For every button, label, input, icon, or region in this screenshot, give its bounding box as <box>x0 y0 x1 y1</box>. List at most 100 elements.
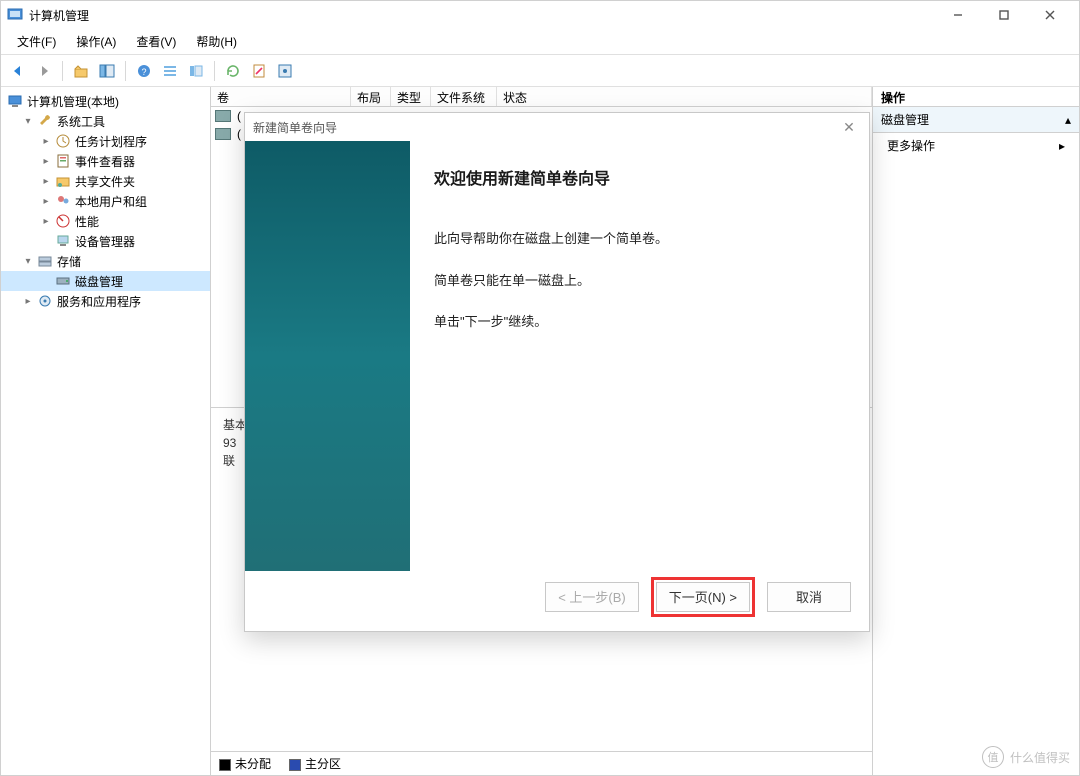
wizard-back-button[interactable]: < 上一步(B) <box>545 582 639 612</box>
legend: 未分配 主分区 <box>211 751 872 775</box>
watermark-badge: 值 <box>982 746 1004 768</box>
properties-button[interactable] <box>248 60 270 82</box>
wizard-close-button[interactable]: ✕ <box>837 115 861 139</box>
actions-pane: 操作 磁盘管理 ▴ 更多操作 ▸ <box>873 87 1079 775</box>
col-status[interactable]: 状态 <box>497 87 872 106</box>
tree-label: 系统工具 <box>57 113 105 130</box>
maximize-button[interactable] <box>981 1 1027 29</box>
storage-icon <box>37 253 53 269</box>
watermark: 值 什么值得买 <box>982 746 1070 768</box>
wizard-paragraph: 此向导帮助你在磁盘上创建一个简单卷。 <box>434 229 845 249</box>
col-filesystem[interactable]: 文件系统 <box>431 87 497 106</box>
performance-icon <box>55 213 71 229</box>
menu-view[interactable]: 查看(V) <box>126 29 186 54</box>
chevron-right-icon: ▸ <box>41 156 51 167</box>
tree-storage[interactable]: ▾ 存储 <box>1 251 210 271</box>
tree-label: 磁盘管理 <box>75 273 123 290</box>
titlebar: 计算机管理 <box>1 1 1079 29</box>
wizard-content: 欢迎使用新建简单卷向导 此向导帮助你在磁盘上创建一个简单卷。 简单卷只能在单一磁… <box>410 141 869 571</box>
forward-button[interactable] <box>33 60 55 82</box>
volume-label: ( <box>237 109 241 123</box>
chevron-up-icon: ▴ <box>1065 113 1071 127</box>
detail-view-button[interactable] <box>185 60 207 82</box>
chevron-right-icon: ▸ <box>41 216 51 227</box>
computer-icon <box>7 93 23 109</box>
chevron-right-icon: ▸ <box>1059 139 1065 153</box>
tree-label: 共享文件夹 <box>75 173 135 190</box>
legend-swatch-unallocated <box>219 759 231 771</box>
menu-help[interactable]: 帮助(H) <box>186 29 247 54</box>
wrench-icon <box>37 113 53 129</box>
wizard-footer: < 上一步(B) 下一页(N) > 取消 <box>245 571 869 631</box>
refresh-button[interactable] <box>222 60 244 82</box>
chevron-down-icon: ▾ <box>23 256 33 267</box>
legend-label: 未分配 <box>235 757 271 771</box>
wizard-next-button[interactable]: 下一页(N) > <box>656 582 750 612</box>
menu-file[interactable]: 文件(F) <box>7 29 66 54</box>
minimize-button[interactable] <box>935 1 981 29</box>
tree-shared-folders[interactable]: ▸ 共享文件夹 <box>1 171 210 191</box>
volume-icon <box>215 110 231 122</box>
tree-label: 存储 <box>57 253 81 270</box>
chevron-right-icon: ▸ <box>23 296 33 307</box>
menu-action[interactable]: 操作(A) <box>66 29 126 54</box>
users-icon <box>55 193 71 209</box>
back-button[interactable] <box>7 60 29 82</box>
log-icon <box>55 153 71 169</box>
wizard-banner <box>245 141 410 571</box>
tree-local-users[interactable]: ▸ 本地用户和组 <box>1 191 210 211</box>
folder-share-icon <box>55 173 71 189</box>
tree-label: 任务计划程序 <box>75 133 147 150</box>
actions-sub-label: 磁盘管理 <box>881 111 929 128</box>
tree-label: 事件查看器 <box>75 153 135 170</box>
navigation-tree: 计算机管理(本地) ▾ 系统工具 ▸ 任务计划程序 ▸ 事件查看器 <box>1 87 211 775</box>
tree-label: 设备管理器 <box>75 233 135 250</box>
col-volume[interactable]: 卷 <box>211 87 351 106</box>
disk-icon <box>55 273 71 289</box>
tree-system-tools[interactable]: ▾ 系统工具 <box>1 111 210 131</box>
window-title: 计算机管理 <box>29 7 89 24</box>
legend-swatch-primary <box>289 759 301 771</box>
wizard-cancel-button[interactable]: 取消 <box>767 582 851 612</box>
tree-performance[interactable]: ▸ 性能 <box>1 211 210 231</box>
tree-root[interactable]: 计算机管理(本地) <box>1 91 210 111</box>
chevron-down-icon: ▾ <box>23 116 33 127</box>
tree-device-manager[interactable]: ▸ 设备管理器 <box>1 231 210 251</box>
tree-label: 性能 <box>75 213 99 230</box>
settings-button[interactable] <box>274 60 296 82</box>
device-icon <box>55 233 71 249</box>
highlight-annotation: 下一页(N) > <box>651 577 755 617</box>
close-button[interactable] <box>1027 1 1073 29</box>
svg-text:?: ? <box>141 67 146 77</box>
actions-more-label: 更多操作 <box>887 137 935 154</box>
toolbar: ? <box>1 55 1079 87</box>
wizard-title: 新建简单卷向导 <box>253 119 337 136</box>
tree-task-scheduler[interactable]: ▸ 任务计划程序 <box>1 131 210 151</box>
help-button[interactable]: ? <box>133 60 155 82</box>
wizard-paragraph: 简单卷只能在单一磁盘上。 <box>434 271 845 291</box>
tree-label: 计算机管理(本地) <box>27 93 119 110</box>
menubar: 文件(F) 操作(A) 查看(V) 帮助(H) <box>1 29 1079 55</box>
tree-disk-management[interactable]: ▸ 磁盘管理 <box>1 271 210 291</box>
tree-services[interactable]: ▸ 服务和应用程序 <box>1 291 210 311</box>
watermark-text: 什么值得买 <box>1010 749 1070 766</box>
services-icon <box>37 293 53 309</box>
tree-label: 本地用户和组 <box>75 193 147 210</box>
tree-event-viewer[interactable]: ▸ 事件查看器 <box>1 151 210 171</box>
actions-header: 操作 <box>873 87 1079 107</box>
col-type[interactable]: 类型 <box>391 87 431 106</box>
up-level-button[interactable] <box>70 60 92 82</box>
wizard-titlebar: 新建简单卷向导 ✕ <box>245 113 869 141</box>
new-simple-volume-wizard: 新建简单卷向导 ✕ 欢迎使用新建简单卷向导 此向导帮助你在磁盘上创建一个简单卷。… <box>244 112 870 632</box>
volume-icon <box>215 128 231 140</box>
app-icon <box>7 6 23 25</box>
col-layout[interactable]: 布局 <box>351 87 391 106</box>
volume-list-header: 卷 布局 类型 文件系统 状态 <box>211 87 872 107</box>
list-view-button[interactable] <box>159 60 181 82</box>
actions-sub[interactable]: 磁盘管理 ▴ <box>873 107 1079 133</box>
volume-label: ( <box>237 127 241 141</box>
show-hide-tree-button[interactable] <box>96 60 118 82</box>
clock-icon <box>55 133 71 149</box>
actions-more[interactable]: 更多操作 ▸ <box>873 133 1079 158</box>
chevron-right-icon: ▸ <box>41 136 51 147</box>
